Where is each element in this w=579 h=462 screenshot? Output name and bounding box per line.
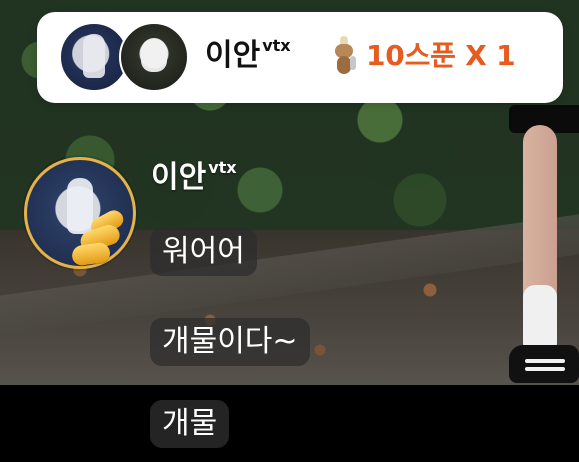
spoon-reward: 10스푼 X 1 [332,34,516,78]
sneaker [509,345,579,383]
chat-message[interactable]: 워어어 [150,228,257,276]
chat-sender-name-text: 이안 [151,160,207,195]
bottom-dark-band [0,385,579,462]
notification-username-suffix: vtx [262,36,291,55]
wing-feather [70,241,112,267]
gold-wing-badge-icon [70,207,132,268]
rabbit-body [337,56,351,74]
rabbit-spoon-icon [332,36,356,76]
chat-message[interactable]: 개물이다~ [150,318,310,366]
notification-avatars [59,22,189,92]
spoon [350,56,356,70]
reward-text: 10스푼 X 1 [366,39,516,72]
receiver-avatar[interactable] [119,22,189,92]
notification-username[interactable]: 이안 vtx [205,34,291,78]
donation-notification-card[interactable]: 이안 vtx 10스푼 X 1 [37,12,563,103]
chat-sender-name[interactable]: 이안 vtx [151,158,237,196]
chat-sender-name-suffix: vtx [208,158,237,177]
notification-username-text: 이안 [205,38,261,73]
chat-message[interactable]: 개물 [150,400,230,448]
